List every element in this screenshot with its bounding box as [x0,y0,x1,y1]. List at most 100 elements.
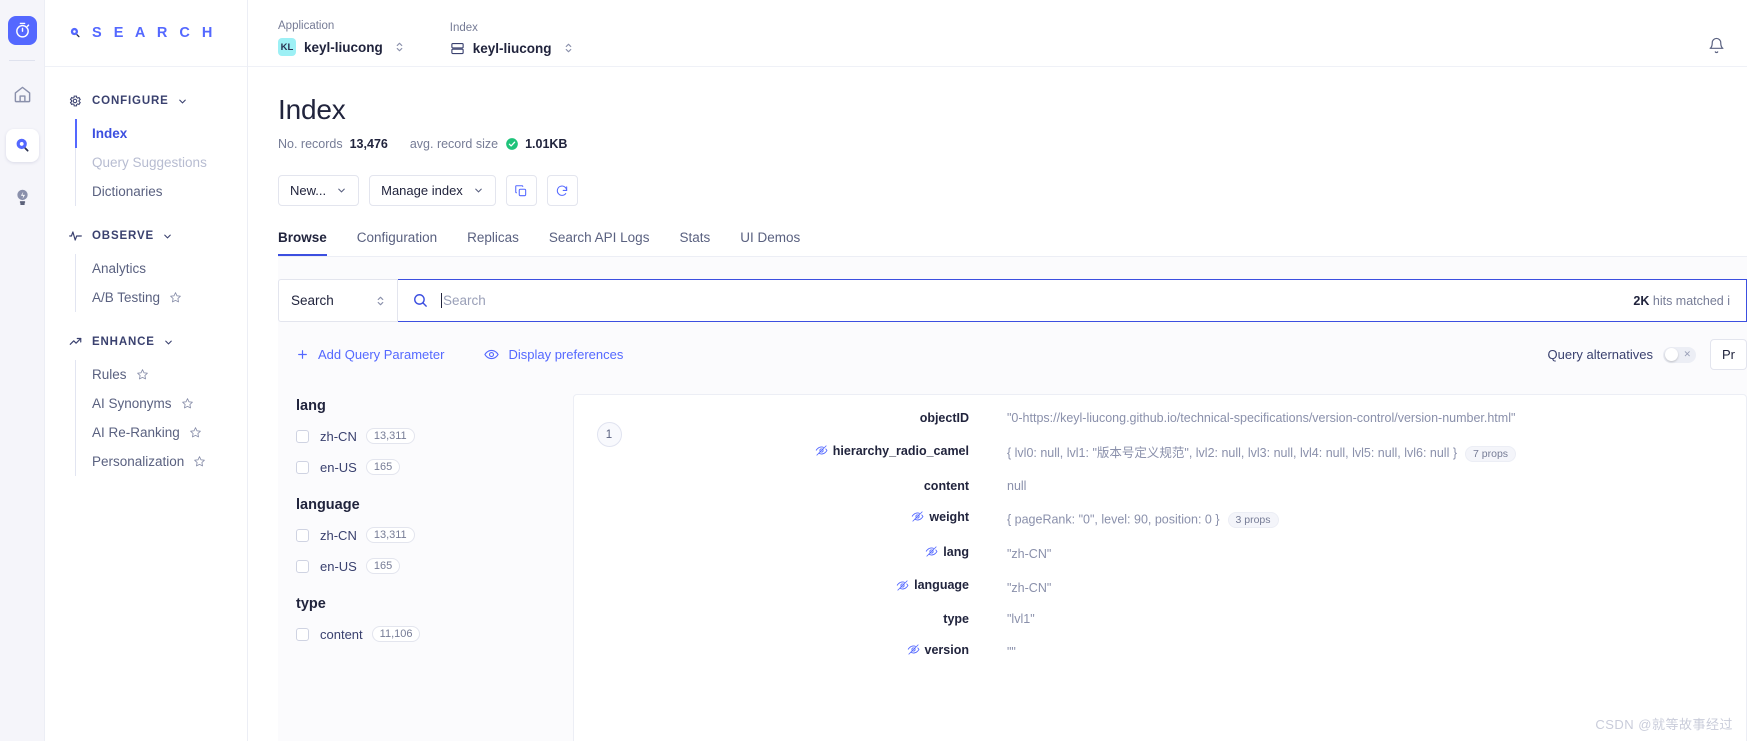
attribute-key-label: type [943,611,969,626]
attribute-key: type [644,612,969,626]
home-icon[interactable] [6,78,39,111]
index-tabs: Browse Configuration Replicas Search API… [278,230,1747,257]
index-selector[interactable]: Index keyl-liucong [450,22,573,56]
manage-index-button[interactable]: Manage index [369,175,496,206]
star-icon[interactable] [181,397,194,410]
facet-title-language: language [296,497,360,513]
eye-icon [484,347,500,362]
attribute-value: "lvl1" [1007,611,1035,626]
star-icon[interactable] [169,291,182,304]
star-icon[interactable] [136,368,149,381]
copy-index-button[interactable] [505,175,537,206]
star-icon[interactable] [189,426,202,439]
attribute-value: "0-https://keyl-liucong.github.io/techni… [1007,411,1516,425]
facet-value-row[interactable]: zh-CN 13,311 [296,428,573,444]
index-actions: New... Manage index [278,175,1747,206]
facet-value-row[interactable]: en-US 165 [296,459,573,475]
chevron-updown-icon[interactable] [564,40,573,56]
preview-button[interactable]: Pr [1710,339,1747,370]
facet-value-row[interactable]: zh-CN 13,311 [296,527,573,543]
sidebar-group-label: ENHANCE [92,336,155,348]
algolia-stopwatch-logo[interactable] [7,16,37,45]
tab-ui-demos[interactable]: UI Demos [740,230,800,256]
facet-value-label: zh-CN [320,527,357,543]
record-card[interactable]: 1 objectID "0-https://keyl-liucong.githu… [573,394,1747,741]
new-button-label: New... [290,183,327,198]
main-panel: Application KL keyl-liucong Index keyl-l… [248,0,1747,741]
sidebar-group-enhance[interactable]: ENHANCE [45,326,247,358]
attribute-key: hierarchy_radio_camel [644,444,969,458]
hits-count-text: hits matched i [1652,293,1730,308]
attribute-row: type "lvl1" [644,612,1746,626]
facet-checkbox[interactable] [296,429,309,443]
sidebar-item-ai-re-ranking[interactable]: AI Re-Ranking [76,418,247,447]
facet-panel: lang zh-CN 13,311 en-US 165 language zh-… [278,388,573,741]
search-pin-icon[interactable] [5,129,39,162]
records-label: No. records [278,137,343,151]
refresh-index-button[interactable] [546,175,578,206]
sidebar-item-dictionaries[interactable]: Dictionaries [76,177,247,206]
application-selector[interactable]: Application KL keyl-liucong [278,20,404,56]
tab-stats[interactable]: Stats [679,230,710,256]
sidebar-group-label: CONFIGURE [92,95,169,107]
facet-value-count: 13,311 [365,527,415,543]
display-preferences-button[interactable]: Display preferences [484,347,623,362]
facet-value-row[interactable]: content 11,106 [296,626,573,642]
eye-off-icon [907,643,920,656]
tab-replicas[interactable]: Replicas [467,230,519,256]
sidebar-item-personalization[interactable]: Personalization [76,447,247,476]
search-placeholder: Search [443,293,486,308]
sidebar-item-rules[interactable]: Rules [76,360,247,389]
hits-count-label: 2K hits matched i [1633,294,1730,308]
sidebar-item-query-suggestions[interactable]: Query Suggestions [76,148,247,177]
notification-bell-icon[interactable] [1708,37,1725,54]
attribute-row: hierarchy_radio_camel { lvl0: null, lvl1… [644,442,1746,462]
facet-checkbox[interactable] [296,528,309,542]
attribute-value-text: { lvl0: null, lvl1: "版本号定义规范", lvl2: nul… [1007,446,1458,460]
star-icon[interactable] [193,455,206,468]
sidebar-item-label: Personalization [92,454,185,469]
sub-actions: Add Query Parameter Display preferences … [278,322,1747,388]
add-query-parameter-button[interactable]: Add Query Parameter [296,347,444,362]
attribute-row: version "" [644,643,1746,659]
facet-checkbox[interactable] [296,460,309,474]
tab-configuration[interactable]: Configuration [357,230,437,256]
record-attributes: objectID "0-https://keyl-liucong.github.… [644,411,1746,676]
manage-index-button-label: Manage index [381,183,463,198]
chevron-updown-icon[interactable] [395,39,404,55]
facet-checkbox[interactable] [296,559,309,573]
new-button[interactable]: New... [278,175,360,206]
attribute-value-text: { pageRank: "0", level: 90, position: 0 … [1007,512,1220,527]
lightbulb-icon[interactable] [6,180,39,213]
facet-checkbox[interactable] [296,627,309,641]
sidebar-group-configure[interactable]: CONFIGURE [45,85,247,117]
sidebar-item-ab-testing[interactable]: A/B Testing [76,283,247,312]
tab-label: UI Demos [740,230,801,245]
tab-search-api-logs[interactable]: Search API Logs [549,230,650,256]
records-value: 13,476 [349,137,388,151]
sidebar-sublist-enhance: Rules AI Synonyms AI Re-Ranking Personal… [75,360,247,476]
sidebar-item-label: AI Synonyms [92,396,172,411]
attribute-key: version [644,643,969,657]
check-circle-icon [505,137,519,151]
query-alternatives-control: Query alternatives ✕ Pr [1548,339,1747,370]
sidebar-group-observe[interactable]: OBSERVE [45,220,247,252]
gear-icon [68,94,83,108]
facet-value-label: en-US [320,558,357,574]
facet-title-type: type [296,596,326,612]
search-input[interactable]: Search 2K hits matched i [398,279,1747,322]
tab-browse[interactable]: Browse [278,230,327,256]
eye-off-icon [911,510,924,523]
chevron-down-icon [162,231,173,242]
sidebar-item-label: Analytics [92,261,147,276]
sidebar-item-ai-synonyms[interactable]: AI Synonyms [76,389,247,418]
query-alternatives-toggle[interactable]: ✕ [1663,346,1696,363]
sidebar-item-label: Index [92,126,128,141]
avg-size-value: 1.01KB [525,137,568,151]
chevron-down-icon [336,185,347,196]
sidebar-item-index[interactable]: Index [75,119,247,148]
search-mode-select[interactable]: Search [278,279,398,322]
facet-value-row[interactable]: en-US 165 [296,558,573,574]
sidebar-item-analytics[interactable]: Analytics [76,254,247,283]
copy-icon [514,184,528,198]
